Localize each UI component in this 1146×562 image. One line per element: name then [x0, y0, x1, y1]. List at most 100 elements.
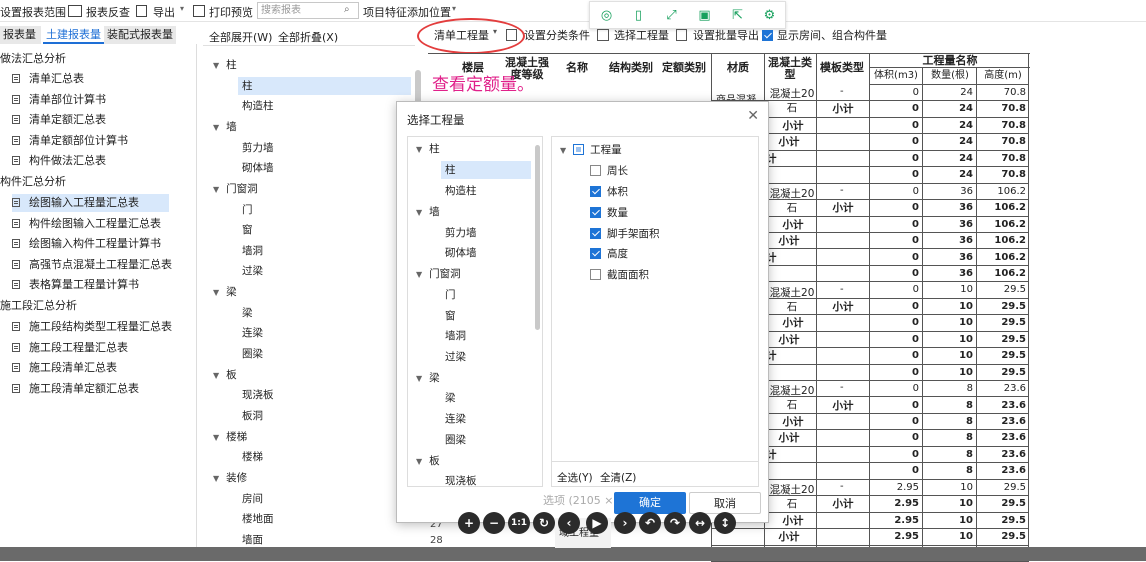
actual-size-icon[interactable]: 1:1 [508, 512, 530, 534]
tree-node[interactable]: ▼ 楼梯 [213, 428, 247, 446]
clear-all-button[interactable]: 全清(Z) [600, 470, 636, 485]
export-button[interactable]: 导出 [153, 4, 175, 19]
tree-node[interactable]: ▼ 墙 [213, 118, 237, 136]
chevron-down-icon[interactable]: ▼ [416, 141, 422, 159]
tree-node[interactable]: 门 [445, 286, 456, 304]
tree-node[interactable]: 楼梯 [242, 448, 263, 466]
tree-node[interactable]: ▼ 梁 [213, 283, 237, 301]
play-icon[interactable]: ▶ [586, 512, 608, 534]
flip-horizontal-icon[interactable]: ↔ [689, 512, 711, 534]
list-item[interactable]: 清单汇总表 [12, 70, 84, 88]
ok-button[interactable]: 确定 [614, 492, 686, 514]
chevron-down-icon[interactable]: ▼ [416, 370, 422, 388]
export-dropdown-icon[interactable]: ▾ [180, 4, 184, 18]
share-icon[interactable]: ⇱ [729, 7, 746, 24]
feature-position-select[interactable]: 项目特征添加位置 [363, 4, 451, 19]
close-icon[interactable]: ✕ [747, 108, 759, 124]
select-quantity-button[interactable]: 选择工程量 [614, 27, 669, 43]
chevron-down-icon[interactable]: ▼ [416, 204, 422, 222]
zoom-icon[interactable]: ◎ [598, 7, 615, 24]
group-label[interactable]: 施工段汇总分析 [0, 297, 77, 315]
tree-node[interactable]: 现浇板 [445, 472, 477, 486]
list-item[interactable]: 表格算量工程量计算书 [12, 276, 139, 294]
chevron-down-icon[interactable]: ▼ [213, 284, 219, 302]
tab-civil[interactable]: 土建报表量 [43, 26, 104, 44]
tree-node[interactable]: ▼ 门窗洞 [416, 265, 461, 283]
tree-node[interactable]: 墙洞 [445, 327, 466, 345]
option-scaffold-area[interactable]: 脚手架面积 [590, 225, 660, 243]
tree-node[interactable]: 连梁 [242, 324, 263, 342]
tree-node[interactable]: ▼ 装修 [213, 469, 247, 487]
chevron-down-icon[interactable]: ▼ [213, 57, 219, 75]
tree-node[interactable]: 连梁 [445, 410, 466, 428]
set-classify-button[interactable]: 设置分类条件 [524, 27, 590, 43]
tree-node[interactable]: ▼ 柱 [213, 56, 237, 74]
expand-icon[interactable]: ⤢ [663, 7, 680, 24]
dialog-tree-scrollbar[interactable] [535, 145, 540, 330]
list-item[interactable]: 施工段清单汇总表 [12, 359, 117, 377]
list-item[interactable]: 施工段工程量汇总表 [12, 339, 128, 357]
phone-icon[interactable]: ▯ [630, 7, 647, 24]
report-lookup-button[interactable]: 报表反查 [86, 4, 130, 19]
checkbox-partial-icon[interactable] [573, 144, 585, 155]
tree-node[interactable]: ▼ 墙 [416, 203, 440, 221]
list-item[interactable]: 构件绘图输入工程量汇总表 [12, 215, 161, 233]
chevron-down-icon[interactable]: ▼ [560, 142, 566, 160]
list-item-selected[interactable]: 绘图输入工程量汇总表 [12, 194, 169, 212]
list-item[interactable]: 绘图输入构件工程量计算书 [12, 235, 161, 253]
tree-node[interactable]: 现浇板 [242, 386, 274, 404]
option-volume[interactable]: 体积 [590, 183, 628, 201]
checkbox-checked-icon[interactable] [590, 248, 601, 259]
rotate-icon[interactable]: ↻ [533, 512, 555, 534]
tree-node[interactable]: 板洞 [242, 407, 263, 425]
next-icon[interactable]: › [614, 512, 636, 534]
tree-node-selected[interactable]: 柱 [238, 77, 411, 95]
search-icon[interactable]: ⌕ [344, 4, 350, 18]
tree-node[interactable]: 圈梁 [445, 431, 466, 449]
option-perimeter[interactable]: 周长 [590, 162, 628, 180]
batch-export-button[interactable]: 设置批量导出 [693, 27, 759, 43]
print-preview-button[interactable]: 打印预览 [209, 4, 253, 19]
cancel-button[interactable]: 取消 [689, 492, 761, 514]
list-item[interactable]: 清单定额部位计算书 [12, 132, 128, 150]
tree-node-selected[interactable]: 柱 [441, 161, 531, 179]
checkbox-unchecked-icon[interactable] [590, 165, 601, 176]
chevron-down-icon[interactable]: ▼ [416, 453, 422, 471]
tree-node[interactable]: ▼ 板 [416, 452, 440, 470]
tree-node[interactable]: 梁 [445, 389, 456, 407]
chevron-down-icon[interactable]: ▼ [213, 429, 219, 447]
list-item[interactable]: 施工段结构类型工程量汇总表 [12, 318, 172, 336]
feature-dropdown-icon[interactable]: ▾ [452, 4, 456, 18]
list-item[interactable]: 施工段清单定额汇总表 [12, 380, 139, 398]
tree-node[interactable]: 构造柱 [242, 97, 274, 115]
tree-node[interactable]: 过梁 [242, 262, 263, 280]
checkbox-unchecked-icon[interactable] [590, 269, 601, 280]
checkbox-checked-icon[interactable] [590, 186, 601, 197]
expand-all-button[interactable]: 全部展开(W) [209, 29, 272, 45]
tree-node[interactable]: ▼ 梁 [416, 369, 440, 387]
tree-node[interactable]: 砌体墙 [445, 244, 477, 262]
tree-node[interactable]: 梁 [242, 304, 253, 322]
tree-node[interactable]: ▼ 板 [213, 366, 237, 384]
set-report-range-button[interactable]: 设置报表范围 [0, 4, 66, 19]
previous-icon[interactable]: ‹ [558, 512, 580, 534]
group-label[interactable]: 做法汇总分析 [0, 50, 66, 68]
tree-node[interactable]: 砌体墙 [242, 159, 274, 177]
checkbox-checked-icon[interactable] [590, 207, 601, 218]
chevron-down-icon[interactable]: ▼ [213, 181, 219, 199]
group-label[interactable]: 构件汇总分析 [0, 173, 66, 191]
chevron-down-icon[interactable]: ▼ [213, 119, 219, 137]
tree-node[interactable]: 窗 [242, 221, 253, 239]
select-all-button[interactable]: 全选(Y) [557, 470, 593, 485]
list-item[interactable]: 高强节点混凝土工程量汇总表 [12, 256, 172, 274]
tab-quantity[interactable]: 报表量 [0, 26, 41, 44]
save-icon[interactable]: ▣ [696, 7, 713, 24]
tree-node[interactable]: 剪力墙 [242, 139, 274, 157]
tree-node[interactable]: ▼ 门窗洞 [213, 180, 258, 198]
tree-node[interactable]: ▼ 柱 [416, 140, 440, 158]
list-item[interactable]: 清单定额汇总表 [12, 111, 106, 129]
flip-vertical-icon[interactable]: ↕ [714, 512, 736, 534]
list-item[interactable]: 清单部位计算书 [12, 91, 106, 109]
chevron-down-icon[interactable]: ▼ [213, 470, 219, 488]
tab-prefab[interactable]: 装配式报表量 [104, 26, 176, 44]
